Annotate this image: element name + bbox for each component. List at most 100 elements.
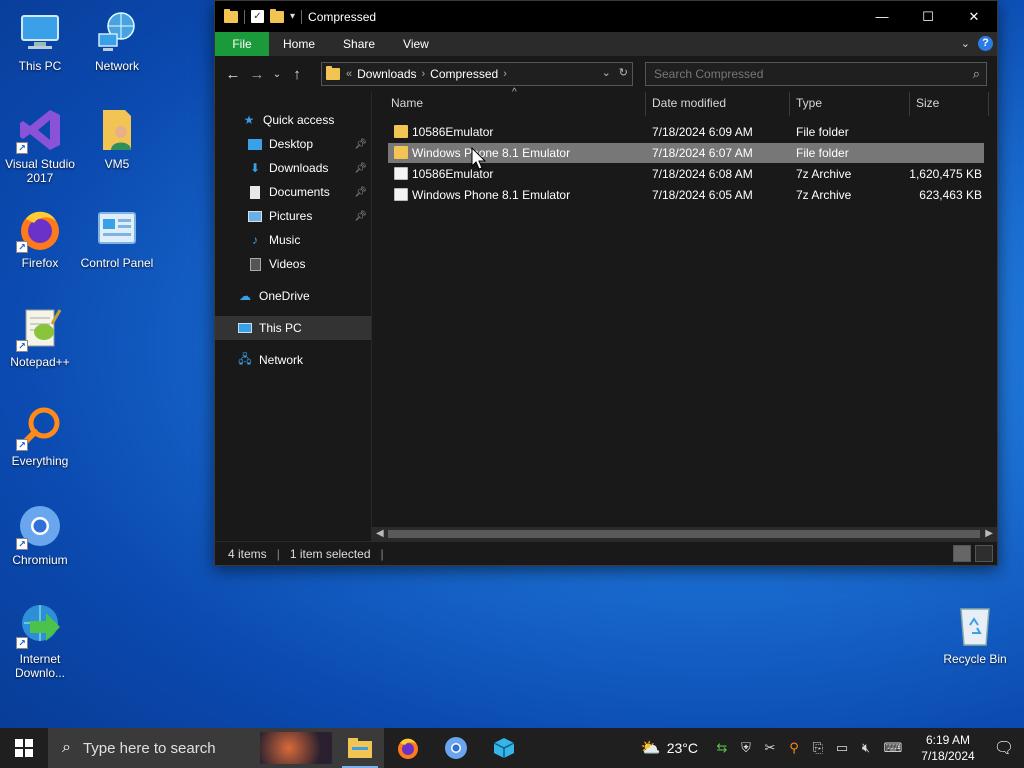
nav-quick-access[interactable]: ★ Quick access: [215, 108, 371, 132]
keyboard-icon[interactable]: ⌨: [878, 740, 908, 756]
file-row[interactable]: Windows Phone 8.1 Emulator 7/18/2024 6:0…: [388, 185, 984, 205]
tab-home[interactable]: Home: [269, 32, 329, 56]
clock[interactable]: 6:19 AM 7/18/2024: [912, 732, 984, 764]
chevron-right-icon[interactable]: ›: [422, 68, 426, 80]
desktop-icon-internet-download-manager[interactable]: ↗ Internet Downlo...: [0, 601, 80, 680]
taskbar-chromium[interactable]: [432, 728, 480, 768]
back-button[interactable]: ←: [221, 66, 245, 83]
firefox-icon: [398, 738, 418, 759]
scroll-right-icon[interactable]: ▶: [985, 528, 993, 539]
properties-icon[interactable]: ✓: [251, 10, 264, 23]
cloud-icon: ☁: [239, 289, 251, 303]
expand-ribbon-icon[interactable]: ⌄: [961, 37, 970, 50]
file-explorer-window[interactable]: ✓ ▾ Compressed — ☐ ✕ File Home Share Vie…: [214, 0, 998, 566]
notification-icon[interactable]: 🗨︎: [984, 738, 1024, 758]
start-button[interactable]: [0, 728, 48, 768]
close-button[interactable]: ✕: [951, 1, 997, 32]
maximize-button[interactable]: ☐: [905, 1, 951, 32]
nav-this-pc[interactable]: This PC: [215, 316, 371, 340]
desktop-icon-notepadpp[interactable]: ↗ Notepad++: [0, 304, 80, 369]
scrollbar-thumb[interactable]: [388, 530, 980, 538]
file-type: File folder: [796, 125, 849, 139]
security-icon[interactable]: ⛨: [734, 740, 758, 756]
display-icon[interactable]: ▭: [830, 740, 854, 756]
network-tray-icon[interactable]: ⇆: [710, 740, 734, 756]
file-type: File folder: [796, 146, 849, 160]
breadcrumb-compressed[interactable]: Compressed: [430, 67, 498, 81]
breadcrumb-downloads[interactable]: Downloads: [357, 67, 416, 81]
details-view-button[interactable]: [953, 545, 971, 562]
chevron-right-icon[interactable]: ›: [503, 68, 507, 80]
title-bar[interactable]: ✓ ▾ Compressed — ☐ ✕: [215, 1, 997, 32]
taskbar-firefox[interactable]: [384, 728, 432, 768]
new-folder-icon[interactable]: [270, 8, 284, 23]
desktop-icon-vm5[interactable]: VM5: [77, 106, 157, 171]
search-box[interactable]: ⌕: [645, 62, 987, 86]
horizontal-scrollbar[interactable]: ◀ ▶: [372, 527, 997, 541]
star-icon: ★: [243, 113, 255, 127]
window-title: Compressed: [308, 9, 377, 24]
weather-widget[interactable]: ⛅ 23°C: [641, 738, 698, 758]
chromium-icon: ↗: [16, 502, 64, 550]
help-button[interactable]: ?: [978, 36, 993, 51]
nav-item-documents[interactable]: Documents 📌︎: [215, 180, 371, 204]
desktop-icon-everything[interactable]: ↗ Everything: [0, 403, 80, 468]
column-date-modified[interactable]: Date modified: [652, 96, 726, 110]
desktop-icon-this-pc[interactable]: This PC: [0, 8, 80, 73]
nav-item-music[interactable]: ♪ Music: [215, 228, 371, 252]
navigation-pane: ★ Quick access Desktop 📌︎ ⬇ Downloads 📌︎…: [215, 92, 372, 541]
pin-icon[interactable]: 📌︎: [354, 211, 367, 222]
nav-item-downloads[interactable]: ⬇ Downloads 📌︎: [215, 156, 371, 180]
search-input[interactable]: [654, 67, 954, 81]
desktop-icon-visual-studio[interactable]: ↗ Visual Studio 2017: [0, 106, 80, 185]
address-bar[interactable]: « Downloads › Compressed › ⌄ ↻: [321, 62, 633, 86]
taskbar-app[interactable]: [480, 728, 528, 768]
desktop-icon-label: Everything: [11, 454, 69, 468]
tab-share[interactable]: Share: [329, 32, 389, 56]
desktop-icon-control-panel[interactable]: Control Panel: [77, 205, 157, 270]
large-icons-view-button[interactable]: [975, 545, 993, 562]
column-type[interactable]: Type: [796, 96, 822, 110]
nav-onedrive[interactable]: ☁ OneDrive: [215, 284, 371, 308]
tools-icon[interactable]: ✂: [758, 740, 782, 756]
recent-locations-button[interactable]: ⌄: [269, 69, 285, 80]
pin-icon[interactable]: 📌︎: [354, 163, 367, 174]
minimize-button[interactable]: —: [859, 1, 905, 32]
vm-tray-icon[interactable]: ⎘: [806, 740, 830, 756]
nav-item-pictures[interactable]: Pictures 📌︎: [215, 204, 371, 228]
desktop-folder-icon: [247, 137, 263, 151]
nav-item-videos[interactable]: Videos: [215, 252, 371, 276]
refresh-icon[interactable]: ↻: [619, 66, 628, 79]
taskbar-search-box[interactable]: ⌕ Type here to search: [48, 728, 336, 768]
scroll-left-icon[interactable]: ◀: [376, 528, 384, 539]
pin-icon[interactable]: 📌︎: [354, 139, 367, 150]
everything-search-icon: ↗: [16, 403, 64, 451]
file-date: 7/18/2024 6:07 AM: [652, 146, 753, 160]
taskbar-file-explorer[interactable]: [336, 728, 384, 768]
address-dropdown-icon[interactable]: ⌄: [602, 66, 611, 79]
desktop-icon-chromium[interactable]: ↗ Chromium: [0, 502, 80, 567]
weather-icon: ⛅: [640, 740, 661, 757]
internet-download-manager-icon: ↗: [16, 601, 64, 649]
file-row[interactable]: 10586Emulator 7/18/2024 6:09 AM File fol…: [388, 122, 984, 142]
column-size[interactable]: Size: [916, 96, 939, 110]
network-icon: [93, 8, 141, 56]
7z-archive-icon: [394, 167, 408, 180]
nav-network[interactable]: 🖧︎ Network: [215, 348, 371, 372]
everything-tray-icon[interactable]: ⚲: [782, 740, 806, 756]
address-overflow[interactable]: «: [346, 68, 352, 80]
desktop-icon-firefox[interactable]: ↗ Firefox: [0, 205, 80, 270]
customize-toolbar-icon[interactable]: ▾: [290, 11, 295, 22]
tab-view[interactable]: View: [389, 32, 443, 56]
tab-file[interactable]: File: [215, 32, 269, 56]
forward-button[interactable]: →: [245, 66, 269, 83]
volume-muted-icon[interactable]: 🔇︎: [854, 740, 878, 756]
up-button[interactable]: ↑: [285, 66, 309, 83]
desktop-icon-network[interactable]: Network: [77, 8, 157, 73]
desktop-icon-label: Chromium: [12, 553, 68, 567]
navigation-bar: ← → ⌄ ↑ « Downloads › Compressed › ⌄ ↻ ⌕: [215, 56, 997, 92]
nav-item-desktop[interactable]: Desktop 📌︎: [215, 132, 371, 156]
pin-icon[interactable]: 📌︎: [354, 187, 367, 198]
column-name[interactable]: Name: [391, 96, 423, 110]
desktop-icon-recycle-bin[interactable]: Recycle Bin: [935, 601, 1015, 666]
